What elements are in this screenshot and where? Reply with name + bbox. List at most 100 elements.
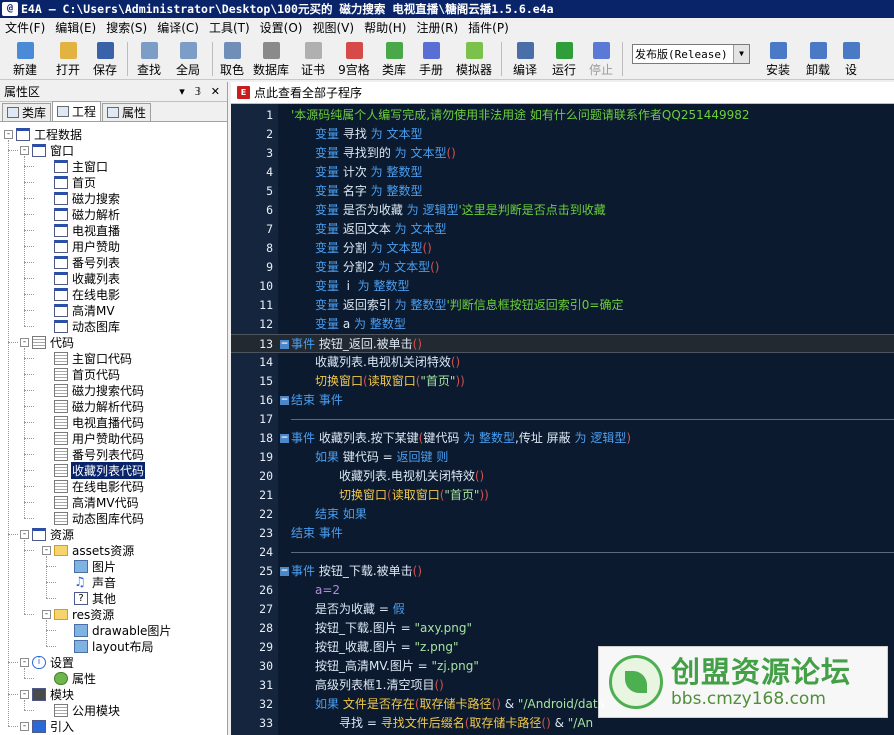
tree-expander-icon[interactable]: - — [42, 609, 51, 619]
code-line[interactable]: 11 变量 返回索引 为 整数型'判断信息框按钮返回索引0=确定 — [231, 296, 894, 315]
tree-node[interactable]: drawable图片 — [74, 622, 172, 638]
tree-node[interactable]: 在线电影 — [54, 286, 121, 302]
code-line[interactable]: 17 — [231, 410, 894, 429]
tree-node[interactable]: 收藏列表 — [54, 270, 121, 286]
menu-item[interactable]: 帮助(H) — [359, 18, 411, 38]
toolbar-button-global-search[interactable]: 全局 — [167, 38, 209, 80]
code-line[interactable]: 28 按钮_下载.图片 = "axy.png" — [231, 619, 894, 638]
code-line[interactable]: 6 变量 是否为收藏 为 逻辑型'这里是判断是否点击到收藏 — [231, 201, 894, 220]
tree-expander-icon[interactable]: - — [20, 689, 29, 699]
code-line[interactable]: 9 变量 分割2 为 文本型() — [231, 258, 894, 277]
menu-item[interactable]: 插件(P) — [463, 18, 514, 38]
fold-toggle-icon[interactable]: − — [280, 396, 289, 405]
tree-node[interactable]: 首页代码 — [54, 366, 121, 382]
code-line[interactable]: 22 结束 如果 — [231, 505, 894, 524]
toolbar-button-new-file[interactable]: 新建 — [0, 38, 50, 80]
tree-node[interactable]: 磁力搜索代码 — [54, 382, 145, 398]
tree-expander-icon[interactable]: - — [20, 529, 29, 539]
tree-node[interactable]: 番号列表 — [54, 254, 121, 270]
code-line[interactable]: 3 变量 寻找到的 为 文本型() — [231, 144, 894, 163]
toolbar-button-run[interactable]: 运行 — [545, 38, 583, 80]
build-config-select[interactable]: 发布版(Release) ▼ — [632, 44, 750, 64]
tree-node[interactable]: - 模块 — [20, 686, 75, 702]
tree-expander-icon[interactable]: - — [20, 337, 29, 347]
code-line[interactable]: 26 a=2 — [231, 581, 894, 600]
tree-node[interactable]: 电视直播代码 — [54, 414, 145, 430]
tree-node[interactable]: 用户赞助代码 — [54, 430, 145, 446]
code-line[interactable]: 23 结束 事件 — [231, 524, 894, 543]
tree-node[interactable]: - 工程数据 — [4, 126, 83, 142]
tree-node[interactable]: 番号列表代码 — [54, 446, 145, 462]
fold-toggle-icon[interactable]: − — [280, 567, 289, 576]
menu-item[interactable]: 注册(R) — [411, 18, 463, 38]
code-line[interactable]: 21 切换窗口(读取窗口("首页")) — [231, 486, 894, 505]
code-line[interactable]: 19 如果 键代码 = 返回键 则 — [231, 448, 894, 467]
tree-expander-icon[interactable]: - — [20, 657, 29, 667]
code-line[interactable]: 24 — [231, 543, 894, 562]
tree-node[interactable]: 电视直播 — [54, 222, 121, 238]
fold-toggle-icon[interactable]: − — [280, 340, 289, 349]
tree-expander-icon[interactable]: - — [4, 129, 13, 139]
toolbar-button-uninstall[interactable]: 卸载 — [798, 38, 838, 80]
tree-node[interactable]: 首页 — [54, 174, 97, 190]
toolbar-button-nine-grid[interactable]: 9宫格 — [332, 38, 376, 80]
tree-node[interactable]: 磁力解析代码 — [54, 398, 145, 414]
code-line[interactable]: 15 切换窗口(读取窗口("首页")) — [231, 372, 894, 391]
menu-item[interactable]: 编译(C) — [152, 18, 204, 38]
tree-node[interactable]: - res资源 — [42, 606, 115, 622]
subroutine-link-bar[interactable]: E 点此查看全部子程序 — [231, 82, 894, 104]
menu-item[interactable]: 编辑(E) — [50, 18, 101, 38]
toolbar-button-android[interactable]: 模拟器 — [450, 38, 498, 80]
toolbar-button-save[interactable]: 保存 — [86, 38, 124, 80]
tree-expander-icon[interactable]: - — [20, 145, 29, 155]
toolbar-button-color-picker[interactable]: 取色 — [216, 38, 248, 80]
tab-properties[interactable]: 属性 — [102, 103, 152, 121]
menu-item[interactable]: 搜索(S) — [101, 18, 152, 38]
code-line[interactable]: 2 变量 寻找 为 文本型 — [231, 125, 894, 144]
tree-node[interactable]: - 引入 — [20, 718, 75, 733]
code-line[interactable]: 8 变量 分割 为 文本型() — [231, 239, 894, 258]
toolbar-button-database[interactable]: 数据库 — [248, 38, 294, 80]
tree-node[interactable]: ♫ 声音 — [74, 574, 117, 590]
menu-item[interactable]: 文件(F) — [0, 18, 50, 38]
toolbar-button-compile[interactable]: 编译 — [505, 38, 545, 80]
tab-project[interactable]: 工程 — [52, 101, 102, 121]
tree-node[interactable]: 高清MV — [54, 302, 116, 318]
panel-controls[interactable]: ▾ 𝟛 ✕ — [179, 85, 223, 98]
tree-expander-icon[interactable]: - — [42, 545, 51, 555]
tree-node[interactable]: 高清MV代码 — [54, 494, 140, 510]
toolbar-button-open-folder[interactable]: 打开 — [50, 38, 86, 80]
tab-library[interactable]: 类库 — [2, 103, 52, 121]
code-line[interactable]: 20 收藏列表.电视机关闭特效() — [231, 467, 894, 486]
code-line[interactable]: 27 是否为收藏 = 假 — [231, 600, 894, 619]
code-line[interactable]: 4 变量 计次 为 整数型 — [231, 163, 894, 182]
toolbar-button-certificate[interactable]: 证书 — [294, 38, 332, 80]
tree-node[interactable]: - 资源 — [20, 526, 75, 542]
menu-item[interactable]: 视图(V) — [307, 18, 359, 38]
subroutine-link[interactable]: 点此查看全部子程序 — [254, 84, 362, 101]
code-line[interactable]: 1 '本源码纯属个人编写完成,请勿使用非法用途 如有什么问题请联系作者QQ2514… — [231, 106, 894, 125]
code-line[interactable]: 5 变量 名字 为 整数型 — [231, 182, 894, 201]
toolbar-button-settings[interactable]: 设 — [838, 38, 864, 80]
code-line[interactable]: 25− 事件 按钮_下载.被单击() — [231, 562, 894, 581]
tree-node[interactable]: 主窗口代码 — [54, 350, 133, 366]
tree-node[interactable]: layout布局 — [74, 638, 154, 654]
fold-toggle-icon[interactable]: − — [280, 434, 289, 443]
tree-node[interactable]: 图片 — [74, 558, 117, 574]
toolbar-button-install[interactable]: 安装 — [758, 38, 798, 80]
code-line[interactable]: 7 变量 返回文本 为 文本型 — [231, 220, 894, 239]
tree-node[interactable]: 动态图库 — [54, 318, 121, 334]
code-line[interactable]: 14 收藏列表.电视机关闭特效() — [231, 353, 894, 372]
code-line[interactable]: 13− 事件 按钮_返回.被单击() — [231, 334, 894, 353]
tree-node[interactable]: - 代码 — [20, 334, 75, 350]
tree-node[interactable]: 在线电影代码 — [54, 478, 145, 494]
tree-node[interactable]: - i 设置 — [20, 654, 75, 670]
tree-expander-icon[interactable]: - — [20, 721, 29, 731]
tree-node[interactable]: ? 其他 — [74, 590, 117, 606]
tree-node[interactable]: 磁力解析 — [54, 206, 121, 222]
menu-item[interactable]: 设置(O) — [255, 18, 308, 38]
chevron-down-icon[interactable]: ▼ — [733, 45, 749, 63]
tree-node[interactable]: 动态图库代码 — [54, 510, 145, 526]
tree-node[interactable]: 属性 — [54, 670, 97, 686]
toolbar-button-search[interactable]: 查找 — [131, 38, 167, 80]
